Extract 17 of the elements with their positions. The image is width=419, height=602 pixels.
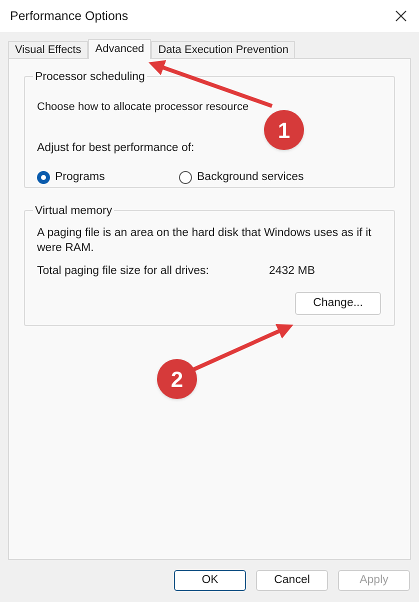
radio-button[interactable] — [37, 171, 50, 184]
tab[interactable]: Advanced — [88, 39, 152, 59]
size-value: 2432 MB — [269, 264, 316, 279]
window-title: Performance Options — [10, 8, 128, 25]
dialog-button[interactable]: Cancel — [256, 570, 328, 591]
prompt-text: Adjust for best performance of: — [37, 141, 194, 156]
radio-button[interactable] — [179, 171, 192, 184]
description-text: Choose how to allocate processor resource — [37, 100, 249, 115]
radio-option[interactable]: Background services — [179, 169, 304, 186]
tab[interactable]: Visual Effects — [8, 41, 88, 58]
radio-option[interactable]: Programs — [37, 169, 179, 186]
change-button[interactable]: Change... — [295, 292, 381, 316]
dialog-button[interactable]: OK — [174, 570, 246, 591]
close-icon[interactable] — [395, 10, 407, 22]
description-text: A paging file is an area on the hard disk that Windows uses as if it were RAM. — [37, 226, 372, 256]
tab[interactable]: Data Execution Prevention — [151, 41, 296, 58]
size-label: Total paging file size for all drives: — [37, 264, 210, 279]
